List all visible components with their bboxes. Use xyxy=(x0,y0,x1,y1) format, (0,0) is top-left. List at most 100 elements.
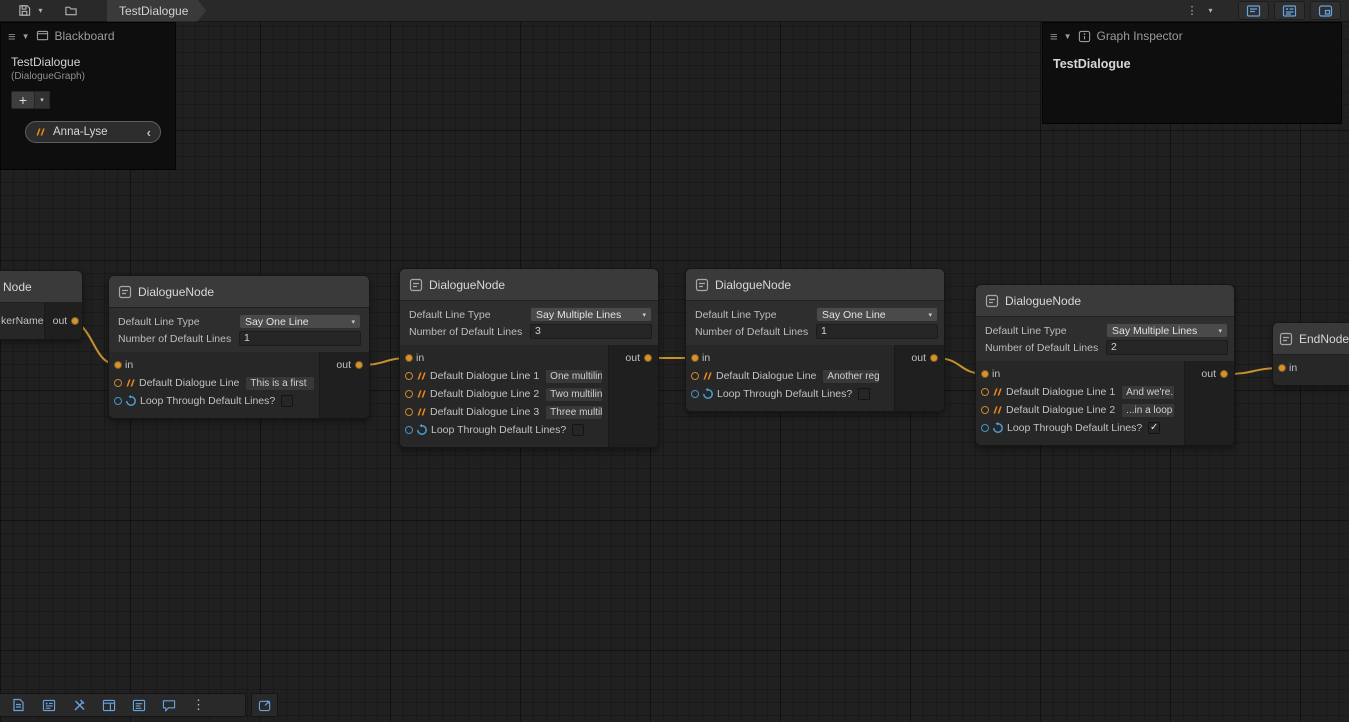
num-lines-field[interactable]: 3 xyxy=(530,324,652,339)
save-options-caret[interactable]: ▾ xyxy=(34,1,47,21)
window-button[interactable] xyxy=(95,695,122,715)
num-lines-field[interactable]: 2 xyxy=(1106,340,1228,355)
dialogue-button[interactable] xyxy=(155,695,182,715)
dialogue-node-icon xyxy=(985,294,999,308)
breadcrumb-tab[interactable]: TestDialogue xyxy=(107,0,206,22)
loop-label: Loop Through Default Lines? xyxy=(431,424,566,436)
input-port[interactable] xyxy=(1278,364,1286,372)
loop-checkbox[interactable] xyxy=(858,388,870,400)
speaker-node-partial[interactable]: Node kerName out xyxy=(0,270,83,340)
num-lines-field[interactable]: 1 xyxy=(239,331,361,346)
loop-port[interactable] xyxy=(405,426,413,434)
more-menu-caret[interactable]: ▾ xyxy=(1204,1,1217,21)
toggle-blackboard-button[interactable] xyxy=(1238,1,1269,20)
file-button[interactable] xyxy=(5,695,32,715)
more-icon: ⋮ xyxy=(1187,4,1198,17)
line-type-dropdown[interactable]: Say Multiple Lines ▾ xyxy=(1106,323,1228,338)
line-type-dropdown[interactable]: Say Multiple Lines ▾ xyxy=(530,307,652,322)
dialogue-line-label: Default Dialogue Line xyxy=(716,370,816,382)
caret-down-icon: ▾ xyxy=(351,318,355,326)
line-type-dropdown[interactable]: Say One Line ▾ xyxy=(239,314,361,329)
dropdown-value: Say One Line xyxy=(245,316,309,328)
node-title-label: DialogueNode xyxy=(429,278,505,292)
more-menu-button[interactable]: ⋮ xyxy=(1182,1,1202,21)
output-port[interactable] xyxy=(71,317,79,325)
output-port[interactable] xyxy=(355,361,363,369)
field-port[interactable] xyxy=(405,390,413,398)
field-port[interactable] xyxy=(691,372,699,380)
node-title[interactable]: DialogueNode xyxy=(109,276,369,308)
graph-inspector-panel[interactable]: ≡ ▼ Graph Inspector TestDialogue xyxy=(1042,22,1342,124)
dialogue-line-field[interactable]: Another regu xyxy=(822,369,880,384)
node-title[interactable]: Node xyxy=(0,271,82,303)
graph-type: (DialogueGraph) xyxy=(11,71,165,82)
drag-handle-icon[interactable]: ≡ xyxy=(1050,30,1058,43)
field-port[interactable] xyxy=(405,408,413,416)
dialogue-node-4[interactable]: DialogueNode Default Line Type Say Multi… xyxy=(975,284,1235,446)
loop-icon xyxy=(416,424,428,436)
blackboard-field-anna-lyse[interactable]: Anna-Lyse ‹ xyxy=(25,121,161,143)
dialogue-node-3[interactable]: DialogueNode Default Line Type Say One L… xyxy=(685,268,945,412)
field-expander-icon[interactable]: ‹ xyxy=(147,126,151,139)
dialogue-node-1[interactable]: DialogueNode Default Line Type Say One L… xyxy=(108,275,370,419)
input-port[interactable] xyxy=(691,354,699,362)
num-lines-field[interactable]: 1 xyxy=(816,324,938,339)
input-port[interactable] xyxy=(114,361,122,369)
field-port[interactable] xyxy=(114,379,122,387)
minimap-toggle-icon xyxy=(1318,4,1333,18)
collapse-button[interactable]: ▼ xyxy=(22,32,30,41)
loop-checkbox[interactable] xyxy=(572,424,584,436)
input-port[interactable] xyxy=(405,354,413,362)
inspector-button[interactable] xyxy=(35,695,62,715)
add-property-caret[interactable]: ▾ xyxy=(35,91,50,109)
node-output-section: out xyxy=(1184,361,1234,445)
dialogue-line-label: Default Dialogue Line 1 xyxy=(430,370,539,382)
node-title[interactable]: EndNode xyxy=(1273,323,1349,355)
blackboard-button[interactable] xyxy=(125,695,152,715)
output-port[interactable] xyxy=(930,354,938,362)
open-folder-button[interactable] xyxy=(61,1,81,21)
out-label: out xyxy=(1201,368,1216,380)
dialogue-line-field[interactable]: ...in a loop xyxy=(1121,403,1175,418)
graph-inspector-header[interactable]: ≡ ▼ Graph Inspector xyxy=(1043,23,1341,49)
output-port[interactable] xyxy=(1220,370,1228,378)
dialogue-line-field[interactable]: Two multiline xyxy=(545,387,603,402)
drag-handle-icon[interactable]: ≡ xyxy=(8,30,16,43)
dialogue-line-field[interactable]: Three multili xyxy=(545,405,603,420)
dialogue-line-field[interactable]: This is a first xyxy=(245,376,315,391)
quote-icon xyxy=(992,405,1003,415)
more-menu-button[interactable]: ⋮ xyxy=(185,695,212,715)
add-property-button[interactable]: + xyxy=(11,91,35,109)
loop-checkbox[interactable] xyxy=(281,395,293,407)
node-title[interactable]: DialogueNode xyxy=(686,269,944,301)
loop-checkbox[interactable]: ✓ xyxy=(1148,422,1160,434)
line-type-label: Default Line Type xyxy=(405,309,530,321)
dialogue-node-2[interactable]: DialogueNode Default Line Type Say Multi… xyxy=(399,268,659,448)
node-title[interactable]: DialogueNode xyxy=(400,269,658,301)
node-input-section: in Default Dialogue Line 1 And we're... … xyxy=(976,361,1184,445)
field-port[interactable] xyxy=(405,372,413,380)
dialogue-line-field[interactable]: And we're... xyxy=(1121,385,1175,400)
loop-port[interactable] xyxy=(114,397,122,405)
open-graph-button[interactable] xyxy=(251,693,278,717)
blackboard-panel[interactable]: ≡ ▼ Blackboard TestDialogue (DialogueGra… xyxy=(0,22,176,170)
collapse-button[interactable]: ▼ xyxy=(1064,32,1072,41)
end-node[interactable]: EndNode in xyxy=(1272,322,1349,386)
loop-port[interactable] xyxy=(981,424,989,432)
caret-down-icon: ▾ xyxy=(642,311,646,319)
info-icon xyxy=(1078,30,1091,43)
toggle-minimap-button[interactable] xyxy=(1310,1,1341,20)
field-port[interactable] xyxy=(981,388,989,396)
blackboard-header[interactable]: ≡ ▼ Blackboard xyxy=(1,23,175,49)
tools-button[interactable] xyxy=(65,695,92,715)
node-title[interactable]: DialogueNode xyxy=(976,285,1234,317)
output-port[interactable] xyxy=(644,354,652,362)
input-port[interactable] xyxy=(981,370,989,378)
save-button[interactable] xyxy=(14,1,34,21)
toggle-inspector-button[interactable] xyxy=(1274,1,1305,20)
field-port[interactable] xyxy=(981,406,989,414)
dialogue-line-field[interactable]: One multiline xyxy=(545,369,603,384)
end-node-icon xyxy=(1279,332,1293,346)
loop-port[interactable] xyxy=(691,390,699,398)
line-type-dropdown[interactable]: Say One Line ▾ xyxy=(816,307,938,322)
